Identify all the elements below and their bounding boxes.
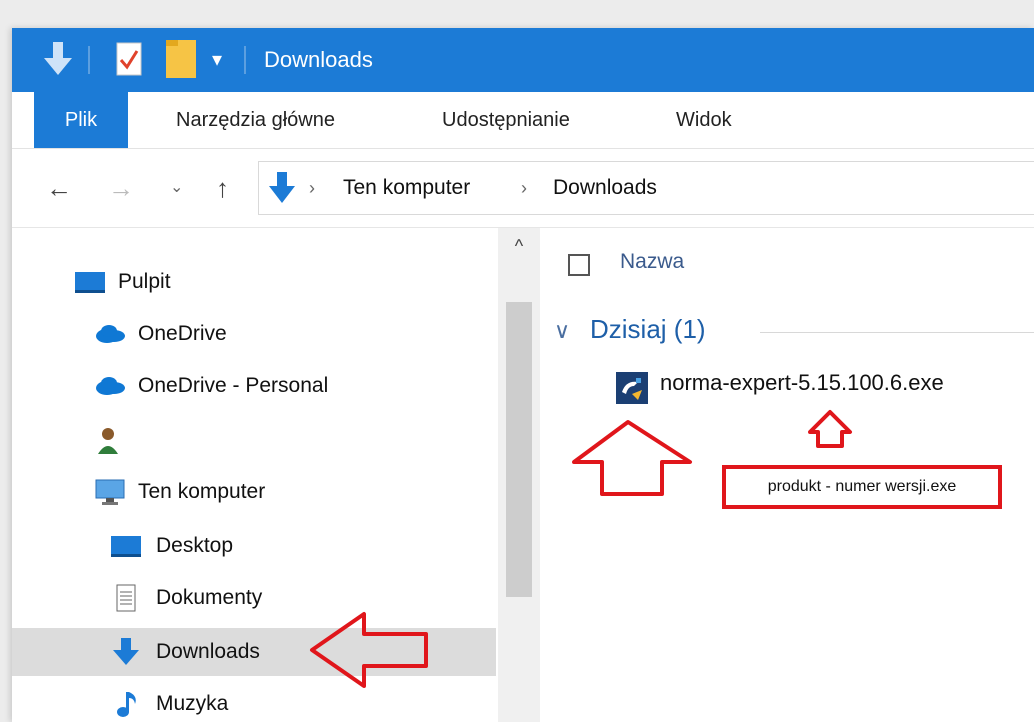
annotation-arrows [310, 410, 852, 688]
left-arrow-annotation [310, 612, 428, 688]
annotation-label: produkt - numer wersji.exe [767, 478, 957, 495]
explorer-window: ▾ Downloads Plik Narzędzia główne Udostę… [12, 28, 1034, 722]
small-up-arrow-annotation [808, 410, 852, 448]
annotation-label-box: produkt - numer wersji.exe [722, 465, 1002, 509]
up-arrow-annotation [572, 420, 692, 496]
